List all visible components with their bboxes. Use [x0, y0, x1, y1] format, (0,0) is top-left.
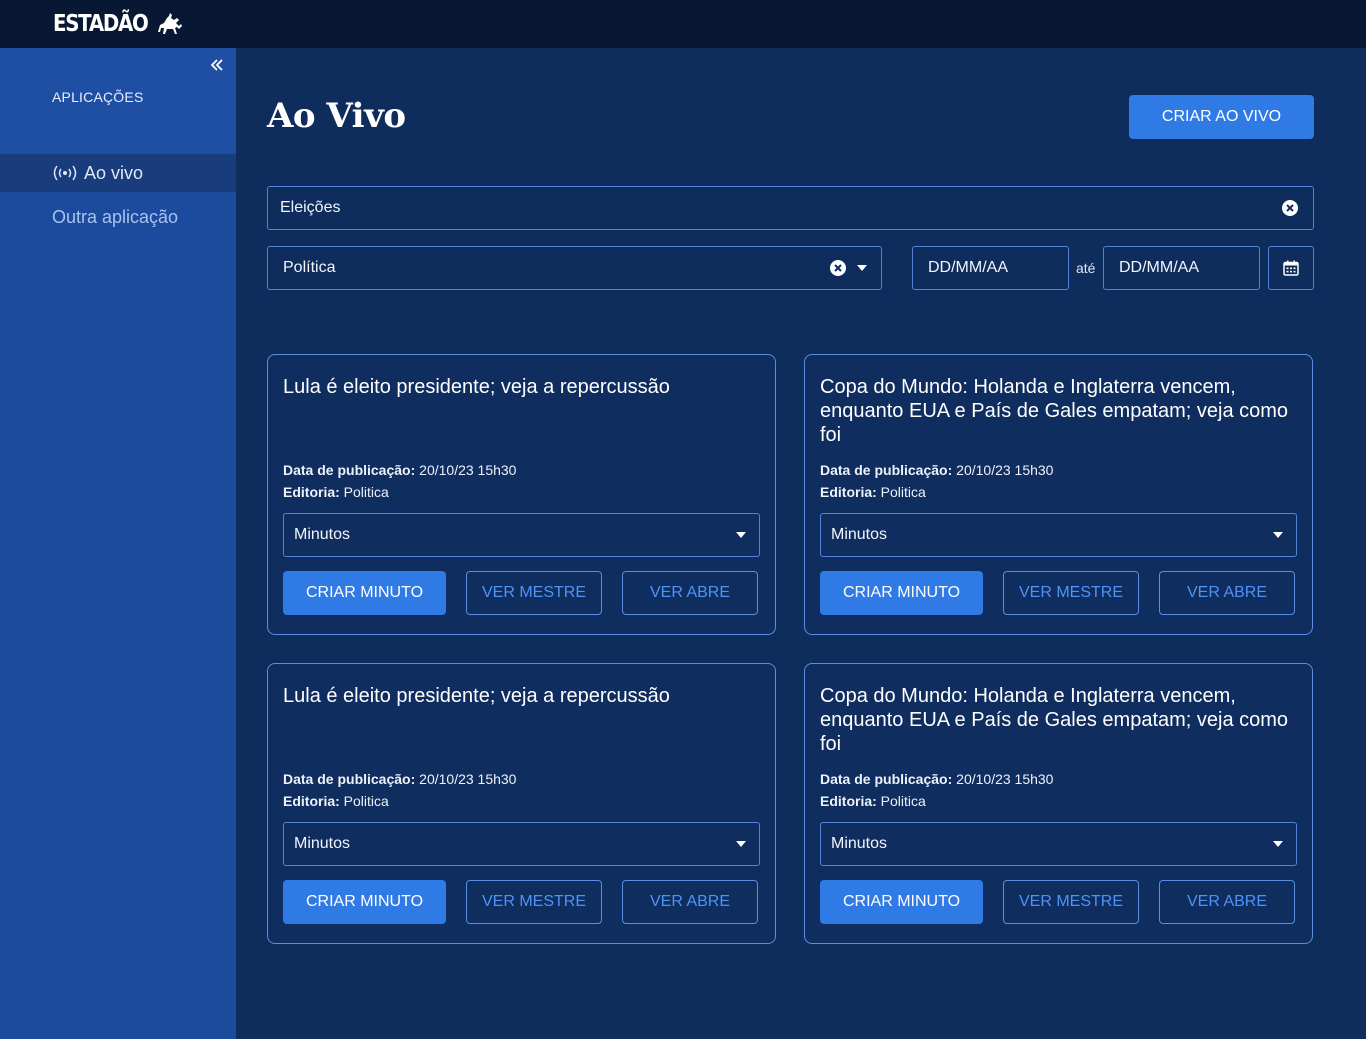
clear-editoria-icon[interactable] [829, 259, 847, 277]
live-broadcast-icon [53, 165, 77, 181]
card-editoria: Editoria: Politica [283, 793, 389, 809]
view-master-button[interactable]: VER MESTRE [1003, 571, 1139, 615]
publication-date-label: Data de publicação: [283, 771, 416, 787]
create-minute-button[interactable]: CRIAR MINUTO [283, 571, 446, 615]
publication-date-label: Data de publicação: [283, 462, 416, 478]
create-minute-button[interactable]: CRIAR MINUTO [820, 571, 983, 615]
sidebar-header: APLICAÇÕES [0, 48, 236, 154]
editoria-label: Editoria: [283, 484, 340, 500]
search-input-value: Eleições [280, 199, 341, 216]
search-input[interactable]: Eleições [267, 186, 1314, 230]
editoria-label: Editoria: [820, 484, 877, 500]
view-master-button[interactable]: VER MESTRE [1003, 880, 1139, 924]
minutos-select[interactable]: Minutos [283, 513, 760, 557]
view-abre-button[interactable]: VER ABRE [622, 880, 758, 924]
double-chevron-left-icon[interactable] [209, 57, 225, 73]
card-editoria: Editoria: Politica [283, 484, 389, 500]
card-title[interactable]: Lula é eleito presidente; veja a repercu… [283, 375, 753, 399]
sidebar-item-outra-aplicacao[interactable]: Outra aplicação [52, 207, 178, 228]
date-from-placeholder: DD/MM/AA [928, 259, 1008, 276]
card-title[interactable]: Lula é eleito presidente; veja a repercu… [283, 684, 753, 708]
card-publication-date: Data de publicação: 20/10/23 15h30 [820, 771, 1053, 787]
publication-date-value: 20/10/23 15h30 [956, 771, 1054, 787]
top-bar: ESTADÃO [0, 0, 1366, 48]
live-card: Lula é eleito presidente; veja a repercu… [267, 354, 776, 635]
chevron-down-icon[interactable] [857, 265, 867, 271]
chevron-down-icon [1273, 532, 1283, 538]
live-card: Copa do Mundo: Holanda e Inglaterra venc… [804, 663, 1313, 944]
horse-rider-icon [157, 13, 182, 34]
card-title[interactable]: Copa do Mundo: Holanda e Inglaterra venc… [820, 684, 1290, 756]
card-editoria: Editoria: Politica [820, 793, 926, 809]
minutos-select[interactable]: Minutos [820, 513, 1297, 557]
editoria-value: Politica [880, 484, 926, 500]
minutos-select-value: Minutos [831, 526, 888, 543]
live-card: Lula é eleito presidente; veja a repercu… [267, 663, 776, 944]
view-master-button[interactable]: VER MESTRE [466, 880, 602, 924]
editoria-select[interactable]: Política [267, 246, 882, 290]
date-from-input[interactable]: DD/MM/AA [912, 246, 1069, 290]
chevron-down-icon [736, 532, 746, 538]
applications-section-label: APLICAÇÕES [52, 89, 144, 105]
card-editoria: Editoria: Politica [820, 484, 926, 500]
view-master-button[interactable]: VER MESTRE [466, 571, 602, 615]
create-minute-button[interactable]: CRIAR MINUTO [820, 880, 983, 924]
sidebar-item-label: Ao vivo [84, 162, 144, 183]
card-publication-date: Data de publicação: 20/10/23 15h30 [283, 771, 516, 787]
date-range-separator: até [1076, 260, 1096, 276]
estadao-logo[interactable]: ESTADÃO [53, 11, 183, 37]
publication-date-value: 20/10/23 15h30 [419, 771, 517, 787]
editoria-value: Politica [343, 793, 389, 809]
create-live-button[interactable]: CRIAR AO VIVO [1129, 95, 1314, 139]
chevron-down-icon [1273, 841, 1283, 847]
calendar-icon [1283, 260, 1299, 276]
editoria-label: Editoria: [283, 793, 340, 809]
publication-date-label: Data de publicação: [820, 462, 953, 478]
card-publication-date: Data de publicação: 20/10/23 15h30 [820, 462, 1053, 478]
publication-date-value: 20/10/23 15h30 [956, 462, 1054, 478]
chevron-down-icon [736, 841, 746, 847]
minutos-select[interactable]: Minutos [283, 822, 760, 866]
page-title: Ao Vivo [267, 96, 406, 136]
live-card: Copa do Mundo: Holanda e Inglaterra venc… [804, 354, 1313, 635]
calendar-button[interactable] [1268, 246, 1314, 290]
date-to-placeholder: DD/MM/AA [1119, 259, 1199, 276]
minutos-select[interactable]: Minutos [820, 822, 1297, 866]
clear-search-icon[interactable] [1281, 199, 1299, 217]
view-abre-button[interactable]: VER ABRE [1159, 571, 1295, 615]
sidebar-item-ao-vivo[interactable]: Ao vivo [0, 154, 236, 192]
logo-text: ESTADÃO [53, 11, 149, 37]
editoria-value: Politica [343, 484, 389, 500]
minutos-select-value: Minutos [294, 526, 351, 543]
create-minute-button[interactable]: CRIAR MINUTO [283, 880, 446, 924]
editoria-value: Politica [880, 793, 926, 809]
editoria-label: Editoria: [820, 793, 877, 809]
publication-date-label: Data de publicação: [820, 771, 953, 787]
sidebar: APLICAÇÕES Ao vivo Outra aplicação [0, 48, 236, 1039]
publication-date-value: 20/10/23 15h30 [419, 462, 517, 478]
card-title[interactable]: Copa do Mundo: Holanda e Inglaterra venc… [820, 375, 1290, 447]
view-abre-button[interactable]: VER ABRE [622, 571, 758, 615]
card-publication-date: Data de publicação: 20/10/23 15h30 [283, 462, 516, 478]
editoria-select-value: Política [283, 259, 336, 276]
view-abre-button[interactable]: VER ABRE [1159, 880, 1295, 924]
minutos-select-value: Minutos [294, 835, 351, 852]
date-to-input[interactable]: DD/MM/AA [1103, 246, 1260, 290]
minutos-select-value: Minutos [831, 835, 888, 852]
